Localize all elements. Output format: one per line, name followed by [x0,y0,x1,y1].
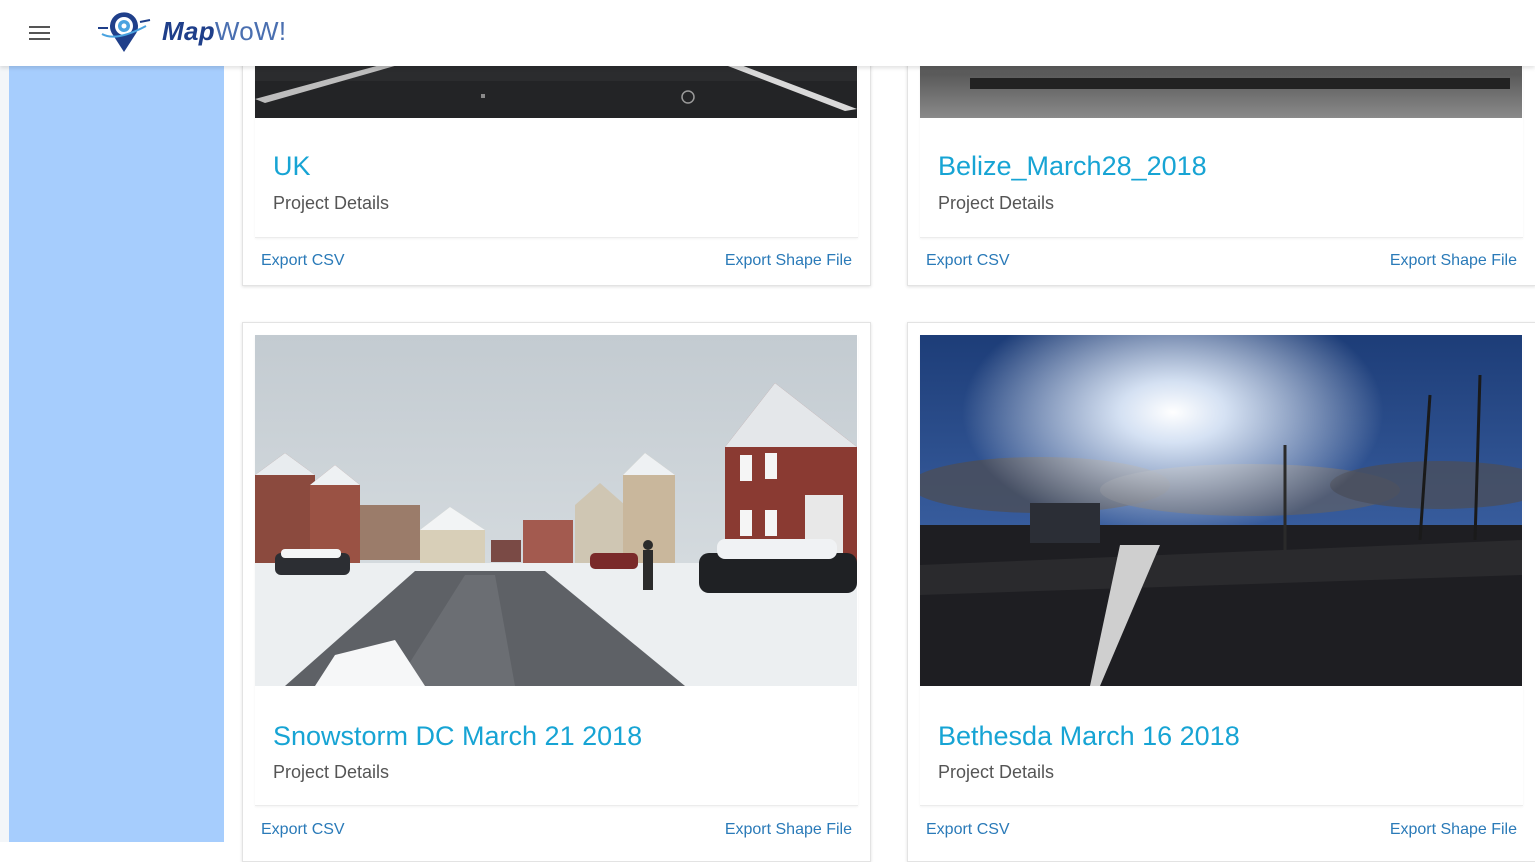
project-title[interactable]: Belize_March28_2018 [938,151,1207,182]
export-shape-file-link[interactable]: Export Shape File [1390,252,1517,270]
project-thumbnail[interactable] [920,335,1522,686]
project-card: Bethesda March 16 2018 Project Details E… [907,322,1535,862]
app-logo[interactable]: MapWoW! [96,6,286,56]
export-csv-link[interactable]: Export CSV [261,252,345,270]
sidebar [9,66,224,842]
export-csv-link[interactable]: Export CSV [926,252,1010,270]
hamburger-menu-icon[interactable] [27,20,53,46]
project-title[interactable]: Snowstorm DC March 21 2018 [273,721,642,752]
export-csv-link[interactable]: Export CSV [926,821,1010,839]
project-thumbnail[interactable] [255,335,857,686]
top-app-bar: MapWoW! [0,0,1535,66]
project-title[interactable]: Bethesda March 16 2018 [938,721,1240,752]
export-shape-file-link[interactable]: Export Shape File [1390,821,1517,839]
brand-name: MapWoW! [162,15,287,46]
project-details-label: Project Details [273,762,390,782]
project-details-label: Project Details [273,193,390,213]
export-csv-link[interactable]: Export CSV [261,821,345,839]
map-pin-logo-icon [98,12,151,52]
project-card: Snowstorm DC March 21 2018 Project Detai… [242,322,871,862]
project-details-label: Project Details [938,762,1055,782]
project-title[interactable]: UK [273,151,311,182]
project-details-label: Project Details [938,193,1055,213]
export-shape-file-link[interactable]: Export Shape File [725,252,852,270]
export-shape-file-link[interactable]: Export Shape File [725,821,852,839]
page-left-edge [0,66,9,842]
